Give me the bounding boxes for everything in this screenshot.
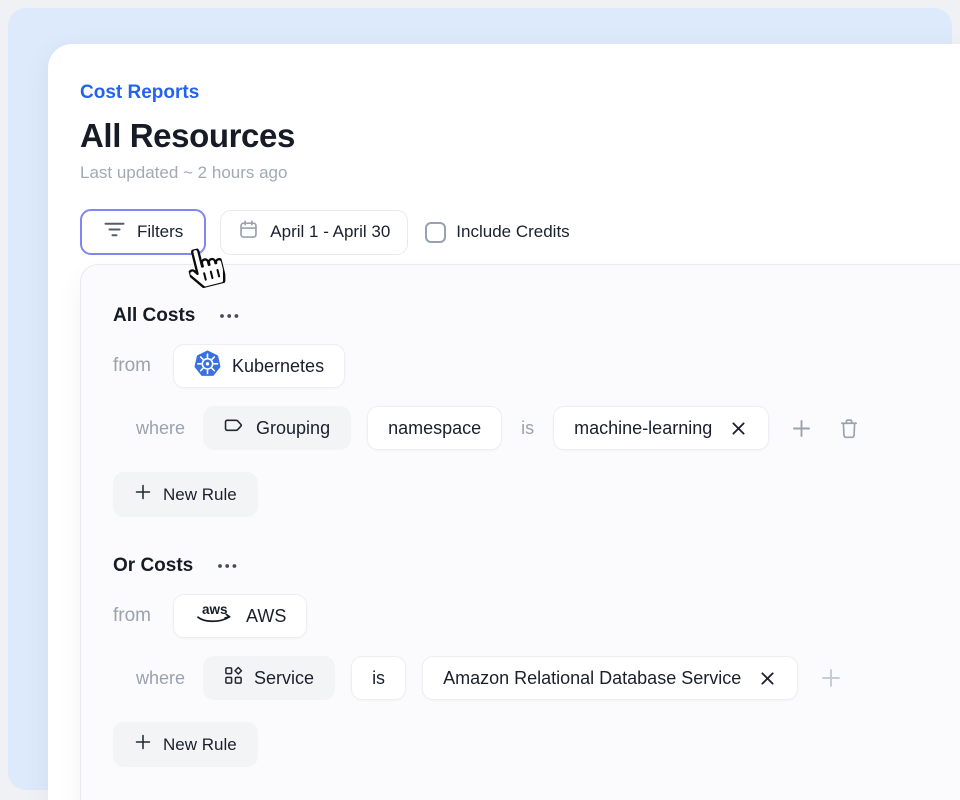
new-rule-label: New Rule <box>163 485 237 505</box>
filters-panel: All Costs from <box>80 264 960 800</box>
last-updated-text: Last updated ~ 2 hours ago <box>80 163 960 183</box>
value-chip-label: Amazon Relational Database Service <box>443 668 741 689</box>
operator-text: is <box>521 418 534 439</box>
delete-rule-trash-icon[interactable] <box>836 415 862 442</box>
where-row: where Grouping namespace is machine-lear… <box>136 406 960 450</box>
group-menu-button[interactable] <box>217 309 242 323</box>
from-row: from aws AWS <box>113 594 960 638</box>
source-chip-aws[interactable]: aws AWS <box>173 594 307 638</box>
from-row: from Kubernetes <box>113 344 960 388</box>
filter-lines-icon <box>103 221 126 243</box>
page-background: Cost Reports All Resources Last updated … <box>0 0 960 800</box>
aws-logo-icon: aws <box>194 600 235 632</box>
dimension-chip-label: Grouping <box>256 418 330 439</box>
grid-diamond-icon <box>224 666 243 690</box>
group-header: Or Costs <box>113 555 960 577</box>
source-chip-kubernetes[interactable]: Kubernetes <box>173 344 345 388</box>
dimension-chip-label: Service <box>254 668 314 689</box>
toolbar: Filters April 1 - April 30 Include Credi… <box>80 209 960 255</box>
page-title: All Resources <box>80 117 960 155</box>
add-condition-icon[interactable] <box>818 665 844 691</box>
include-credits-toggle[interactable]: Include Credits <box>425 222 569 243</box>
group-header: All Costs <box>113 305 960 327</box>
include-credits-checkbox[interactable] <box>425 222 446 243</box>
new-rule-button[interactable]: New Rule <box>113 472 258 517</box>
operator-chip-label: is <box>372 668 385 689</box>
plus-icon <box>134 483 152 506</box>
source-chip-label: Kubernetes <box>232 356 324 377</box>
report-card: Cost Reports All Resources Last updated … <box>48 44 960 800</box>
dimension-chip-grouping[interactable]: Grouping <box>203 406 351 450</box>
new-rule-button[interactable]: New Rule <box>113 722 258 767</box>
new-rule-label: New Rule <box>163 735 237 755</box>
filters-button[interactable]: Filters <box>80 209 206 255</box>
remove-value-icon[interactable] <box>729 419 748 438</box>
add-condition-icon[interactable] <box>789 416 814 441</box>
from-label: from <box>113 355 151 377</box>
tag-icon <box>224 417 245 439</box>
date-range-button[interactable]: April 1 - April 30 <box>220 210 408 255</box>
key-chip-label: namespace <box>388 418 481 439</box>
group-menu-button[interactable] <box>215 559 240 573</box>
value-chip-amazon-rds[interactable]: Amazon Relational Database Service <box>422 656 798 700</box>
filter-group-all-costs: All Costs from <box>113 305 960 517</box>
kubernetes-icon <box>194 350 221 382</box>
from-label: from <box>113 605 151 627</box>
remove-value-icon[interactable] <box>758 669 777 688</box>
dimension-chip-service[interactable]: Service <box>203 656 335 700</box>
group-title: All Costs <box>113 305 195 327</box>
value-chip-machine-learning[interactable]: machine-learning <box>553 406 769 450</box>
date-range-label: April 1 - April 30 <box>270 222 390 242</box>
operator-chip-is[interactable]: is <box>351 656 406 700</box>
include-credits-label: Include Credits <box>456 222 569 242</box>
value-chip-label: machine-learning <box>574 418 712 439</box>
calendar-icon <box>238 219 259 245</box>
breadcrumb[interactable]: Cost Reports <box>80 82 199 104</box>
plus-icon <box>134 733 152 756</box>
key-chip-namespace[interactable]: namespace <box>367 406 502 450</box>
where-label: where <box>136 418 185 439</box>
aws-logo-text: aws <box>202 602 228 617</box>
where-row: where Service is Amazon Relational Datab… <box>136 656 960 700</box>
group-title: Or Costs <box>113 555 193 577</box>
filter-group-or-costs: Or Costs from aws <box>113 555 960 767</box>
where-label: where <box>136 668 185 689</box>
source-chip-label: AWS <box>246 606 286 627</box>
filters-button-label: Filters <box>137 222 183 242</box>
